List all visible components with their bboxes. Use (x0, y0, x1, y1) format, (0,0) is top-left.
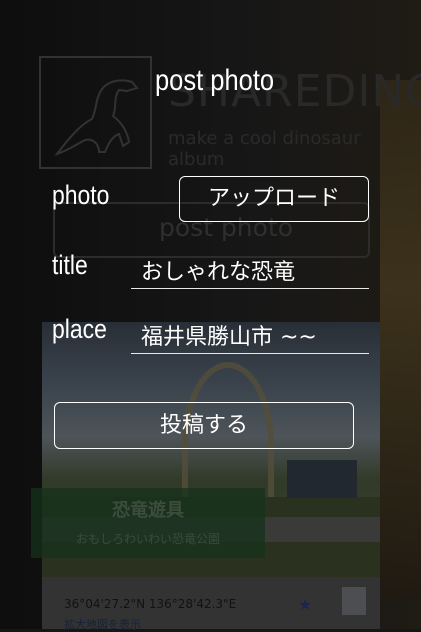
modal-title: post photo (155, 64, 275, 97)
place-label: place (52, 314, 107, 344)
photo-label: photo (52, 180, 110, 210)
title-label: title (52, 250, 88, 280)
submit-post-button[interactable]: 投稿する (54, 402, 354, 449)
place-input[interactable] (131, 318, 369, 354)
title-input[interactable] (131, 253, 369, 289)
upload-button[interactable]: アップロード (179, 176, 369, 222)
